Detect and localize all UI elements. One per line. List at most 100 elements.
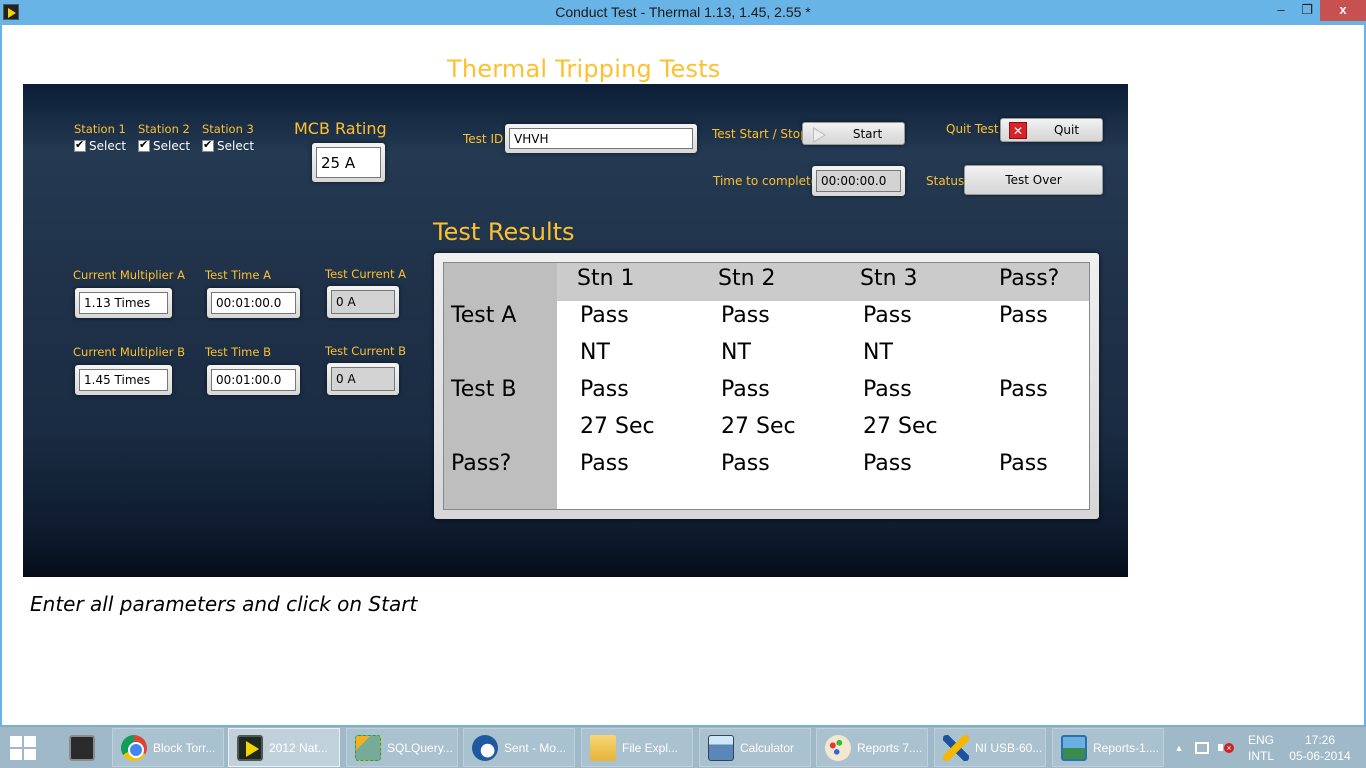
station-1-select-checkbox[interactable]: Select [74,138,127,153]
station-3-label: Station 3 [202,122,254,136]
minimize-button[interactable]: – [1268,0,1294,21]
current-multiplier-a-label: Current Multiplier A [73,268,185,282]
station-2-select-checkbox[interactable]: Select [138,138,190,153]
current-multiplier-b-input[interactable]: 1.45 Times [79,369,168,391]
station-3-select-label: Select [217,139,255,153]
table-cell: Pass [721,377,770,402]
test-time-a-input[interactable]: 00:01:00.0 [211,292,296,314]
start-button[interactable]: Start [802,122,905,145]
mcb-rating-control[interactable]: 25 A [312,143,385,182]
test-current-b-indicator: 0 A [327,363,399,395]
folder-icon [590,734,616,761]
network-icon[interactable] [1195,727,1211,768]
table-cell: Pass [999,377,1048,402]
close-button[interactable]: x [1320,0,1366,21]
table-cell: 27 Sec [580,414,655,439]
table-cell: Pass [721,303,770,328]
window-title: Conduct Test - Thermal 1.13, 1.45, 2.55 … [555,4,811,20]
station-2-label: Station 2 [138,122,190,136]
ni-max-icon [943,734,969,761]
taskbar-item[interactable]: Block Torr... [112,728,224,767]
test-results-table-frame: Stn 1 Stn 2 Stn 3 Pass? Test A Pass Pass Pass Pa… [434,253,1099,519]
windows-start-button[interactable] [10,736,40,762]
table-cell: NT [721,340,751,365]
start-button-label: Start [852,126,883,141]
table-cell: NT [580,340,610,365]
taskbar-item-label: Block Torr... [153,740,216,755]
table-cell: 27 Sec [863,414,938,439]
calculator-icon [708,734,734,761]
play-icon [813,127,826,143]
taskbar-item[interactable]: NI USB-60... [934,728,1046,767]
checkbox-checked-icon[interactable] [202,138,214,152]
taskbar: Block Torr... 2012 Nat... SQLQuery... Sent … [0,726,1366,768]
checkbox-checked-icon[interactable] [74,138,86,152]
taskbar-item-label: File Expl... [622,740,679,755]
taskbar-item[interactable]: Reports 7.... [816,728,928,767]
clock[interactable]: 17:26 05-06-2014 [1288,727,1352,768]
close-x-icon: ✕ [1009,122,1027,139]
test-start-stop-label: Test Start / Stop [712,127,808,141]
checkbox-checked-icon[interactable] [138,138,150,152]
current-multiplier-b-control[interactable]: 1.45 Times [75,365,172,395]
taskbar-item[interactable]: File Expl... [581,728,693,767]
quit-button[interactable]: ✕ Quit [1000,118,1103,142]
taskbar-item-label: Sent - Mo... [504,740,567,755]
station-1-select-label: Select [89,139,127,153]
table-cell: Pass [580,377,629,402]
test-time-b-control[interactable]: 00:01:00.0 [207,365,300,395]
test-time-a-control[interactable]: 00:01:00.0 [207,288,300,318]
mcb-rating-input[interactable]: 25 A [316,147,381,178]
status-indicator: Test Over [964,165,1103,195]
table-cell: Pass [999,451,1048,476]
taskbar-item-label: 2012 Nat... [269,740,328,755]
keyboard-layout: INTL [1247,749,1274,763]
instructions-text: Enter all parameters and click on Start [30,592,418,616]
taskbar-item[interactable] [60,728,102,767]
quit-button-label: Quit [1053,123,1080,137]
test-results-table[interactable]: Stn 1 Stn 2 Stn 3 Pass? Test A Pass Pass Pass Pa… [443,262,1090,510]
time-to-complete-label: Time to complete [713,174,819,188]
table-cell: Pass [999,303,1048,328]
volume-muted-icon[interactable] [1218,727,1236,768]
maximize-button[interactable]: ❐ [1294,0,1320,21]
table-cell: Pass [721,451,770,476]
test-time-b-input[interactable]: 00:01:00.0 [211,369,296,391]
taskbar-item-label: Reports 7.... [857,740,923,755]
input-language-indicator[interactable]: ENG INTL [1246,727,1276,768]
taskbar-item-label: Calculator [740,740,795,755]
test-id-input[interactable]: VHVH [509,128,693,149]
language-code: ENG [1247,733,1274,747]
column-header: Pass? [999,266,1060,291]
column-header: Stn 1 [577,266,635,291]
show-hidden-icons-button[interactable]: ▲ [1172,727,1186,768]
current-multiplier-a-control[interactable]: 1.13 Times [75,288,172,318]
current-multiplier-a-input[interactable]: 1.13 Times [79,292,168,314]
time-to-complete-indicator: 00:00:00.0 [812,166,905,196]
console-icon [69,734,95,761]
table-cell: Pass [863,377,912,402]
column-header: Stn 2 [718,266,776,291]
test-id-control[interactable]: VHVH [505,124,697,153]
test-time-a-label: Test Time A [205,268,271,282]
chrome-icon [121,734,147,761]
taskbar-item-label: Reports-1.... [1093,740,1160,755]
table-cell: NT [863,340,893,365]
station-3-select-checkbox[interactable]: Select [202,138,255,153]
status-value: Test Over [1005,173,1062,187]
taskbar-item[interactable]: Reports-1.... [1052,728,1164,767]
front-panel-title: Thermal Tripping Tests [447,55,721,83]
taskbar-item-label: SQLQuery... [387,740,453,755]
taskbar-item[interactable]: SQLQuery... [346,728,458,767]
test-results-title: Test Results [433,218,575,246]
table-cell: Pass [863,303,912,328]
mcb-rating-label: MCB Rating [294,119,387,138]
sql-query-icon [355,734,381,761]
title-bar: Conduct Test - Thermal 1.13, 1.45, 2.55 … [0,0,1366,25]
test-current-a-label: Test Current A [325,267,407,281]
table-cell: Pass [580,451,629,476]
row-header: Pass? [451,451,512,476]
taskbar-item[interactable]: Calculator [699,728,811,767]
taskbar-item[interactable]: Sent - Mo... [463,728,575,767]
taskbar-item[interactable]: 2012 Nat... [228,728,340,767]
